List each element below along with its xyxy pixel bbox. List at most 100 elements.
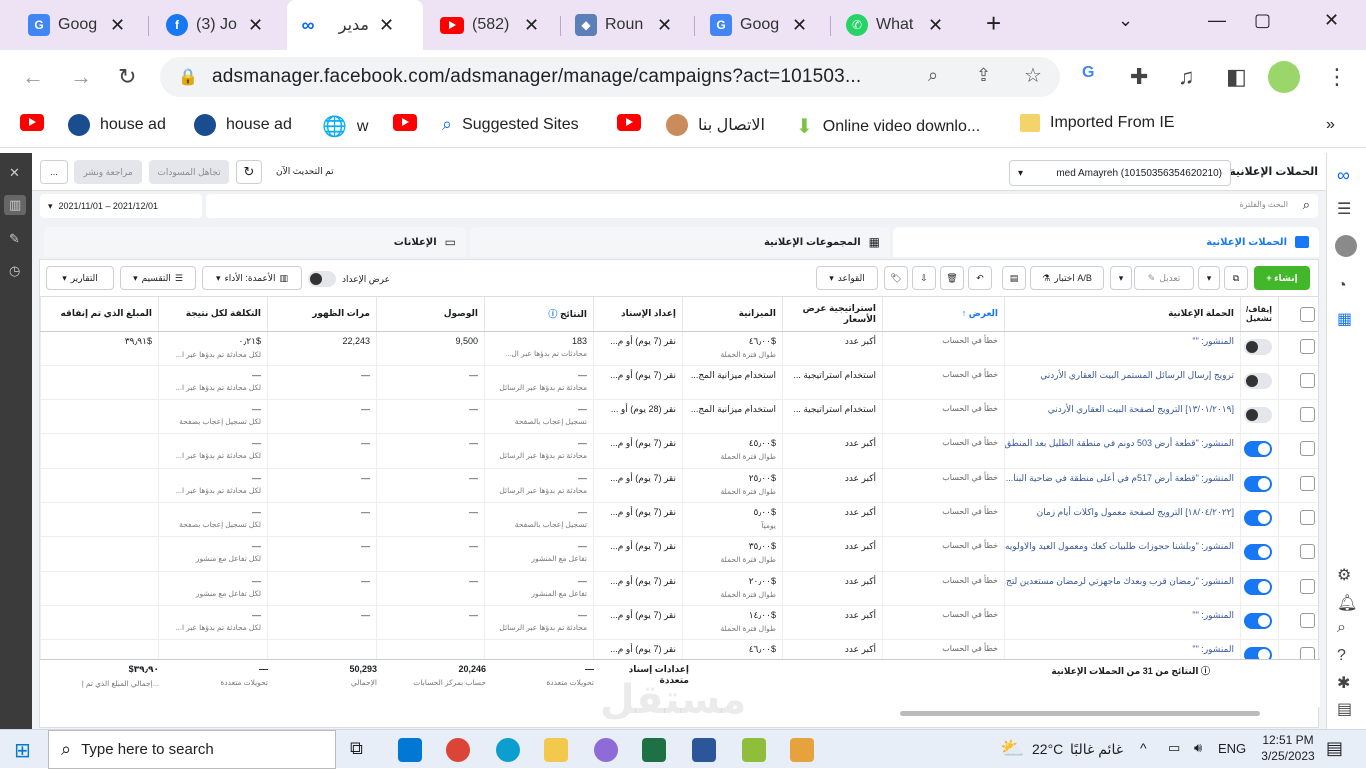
tab-ads[interactable]: الإعلانات ▭ bbox=[44, 227, 466, 257]
ab-test-button[interactable]: ⚗ اختبار A/B bbox=[1030, 266, 1104, 290]
more-button[interactable]: ... bbox=[40, 160, 68, 184]
bookmark-star-icon[interactable]: ☆ bbox=[1024, 63, 1042, 88]
rules-button[interactable]: ▾ القواعد bbox=[816, 266, 878, 290]
duplicate-dropdown[interactable]: ▾ bbox=[1198, 266, 1220, 290]
table-row[interactable]: [١٨/٠٤/٢٠٢٢] الترويج لصفحة معمول واكلات … bbox=[40, 502, 1318, 538]
profile-avatar[interactable] bbox=[1268, 61, 1300, 93]
budget-cell[interactable]: $١٤٫٠٠ طوال فترة الحملة bbox=[682, 605, 783, 641]
gear-icon[interactable]: ⚙ bbox=[1337, 565, 1351, 585]
search-filter-bar[interactable]: البحث والفلترة ⌕ bbox=[206, 194, 1318, 218]
row-checkbox[interactable] bbox=[1278, 639, 1318, 659]
weather-temp[interactable]: 22°C bbox=[1032, 741, 1063, 757]
budget-cell[interactable]: استخدام ميزانية المج... bbox=[682, 399, 783, 435]
delete-button[interactable]: 🗑 bbox=[940, 266, 964, 290]
window-close-icon[interactable]: ✕ bbox=[1324, 10, 1339, 31]
close-icon[interactable]: ✕ bbox=[110, 15, 125, 36]
app-icon[interactable] bbox=[742, 738, 766, 762]
breakdown-button[interactable]: ▾ التقسيم ☰ bbox=[120, 266, 196, 290]
bookmark-youtube[interactable] bbox=[20, 114, 44, 131]
tab-google-translate-1[interactable]: G Goog ✕ bbox=[18, 8, 144, 42]
edge-icon[interactable] bbox=[496, 738, 520, 762]
windows-start-icon[interactable]: ⊞ bbox=[14, 738, 31, 763]
table-row[interactable]: المنشور: "رمضان قرب وبعدك ماجهزتي لرمضان… bbox=[40, 571, 1318, 606]
task-view-icon[interactable]: ⧉ bbox=[350, 738, 363, 759]
extensions-icon[interactable]: ✚ bbox=[1130, 64, 1148, 90]
campaign-name-link[interactable]: المنشور: "" bbox=[1004, 639, 1241, 659]
close-icon[interactable]: ✕ bbox=[9, 165, 20, 181]
tab-facebook[interactable]: f (3) Jo ✕ bbox=[156, 8, 282, 42]
col-impressions[interactable]: مرات الظهور bbox=[267, 297, 377, 332]
bookmark-video-downloader[interactable]: ⬇ Online video downlo... bbox=[796, 114, 980, 139]
volume-icon[interactable]: 🔊︎ bbox=[1194, 740, 1202, 756]
table-row[interactable]: المنشور: "قطعة أرض 517م في أعلى منطقة في… bbox=[40, 468, 1318, 503]
report-icon[interactable]: ▤ bbox=[1337, 699, 1352, 719]
export-button[interactable]: ⇩ bbox=[912, 266, 936, 290]
help-icon[interactable]: ? bbox=[1337, 647, 1346, 665]
budget-cell[interactable]: $٤٦٫٠٠ طوال فترة الحملة bbox=[682, 331, 783, 366]
campaign-name-link[interactable]: المنشور: "قطعة أرض 517م في أعلى منطقة في… bbox=[1004, 468, 1241, 503]
row-checkbox[interactable] bbox=[1278, 331, 1318, 366]
close-icon[interactable]: ✕ bbox=[657, 15, 672, 36]
tab-ads-manager[interactable]: ∞ مدير ✕ bbox=[287, 0, 423, 50]
close-icon[interactable]: ✕ bbox=[792, 15, 807, 36]
clock[interactable]: 12:51 PM 3/25/2023 bbox=[1256, 733, 1320, 763]
row-toggle[interactable] bbox=[1240, 399, 1279, 435]
col-budget[interactable]: الميزانية bbox=[682, 297, 783, 332]
close-icon[interactable]: ✕ bbox=[928, 15, 943, 36]
close-icon[interactable]: ✕ bbox=[379, 15, 394, 36]
campaign-name-link[interactable]: المنشور: "" bbox=[1004, 331, 1241, 366]
review-publish-button[interactable]: مراجعة ونشر bbox=[74, 160, 142, 184]
tab-youtube[interactable]: (582) ✕ bbox=[430, 8, 556, 42]
col-results[interactable]: النتائج ⓘ bbox=[484, 297, 594, 332]
copilot-icon[interactable] bbox=[594, 738, 618, 762]
bookmark-contact[interactable]: الاتصال بنا bbox=[666, 114, 765, 136]
minimize-icon[interactable]: — bbox=[1208, 10, 1226, 31]
language-indicator[interactable]: ENG bbox=[1218, 741, 1246, 756]
date-range-picker[interactable]: ▾ 2021/11/01 – 2021/12/01 bbox=[40, 194, 202, 218]
media-control-icon[interactable]: ♫ bbox=[1178, 64, 1195, 90]
tab-adsets[interactable]: المجموعات الإعلانية ▦ bbox=[470, 227, 890, 257]
budget-cell[interactable]: $٥٫٠٠ يومياً bbox=[682, 502, 783, 538]
tab-campaigns[interactable]: الحملات الإعلانية bbox=[893, 227, 1319, 257]
clock-icon[interactable]: ◷ bbox=[9, 263, 20, 279]
chrome-icon[interactable] bbox=[446, 738, 470, 762]
row-toggle[interactable] bbox=[1240, 502, 1279, 538]
horizontal-scrollbar[interactable] bbox=[900, 711, 1260, 716]
mail-icon[interactable] bbox=[398, 738, 422, 762]
col-bid-strategy[interactable]: استراتيجية عرض الأسعار bbox=[782, 297, 883, 332]
bookmark-imported-ie[interactable]: Imported From IE bbox=[1020, 114, 1174, 132]
bell-icon[interactable]: 🔔︎ bbox=[1337, 593, 1357, 613]
edit-button[interactable]: ✎ تعديل bbox=[1134, 266, 1194, 290]
reload-icon[interactable]: ↻ bbox=[118, 64, 136, 90]
close-icon[interactable]: ✕ bbox=[524, 15, 539, 36]
edit-dropdown[interactable]: ▾ bbox=[1110, 266, 1132, 290]
tab-google-translate-2[interactable]: G Goog ✕ bbox=[700, 8, 826, 42]
word-icon[interactable] bbox=[692, 738, 716, 762]
campaign-name-link[interactable]: المنشور: "قطعة أرض 503 دونم في منطقة الظ… bbox=[1004, 433, 1241, 469]
menu-kebab-icon[interactable]: ⋮ bbox=[1326, 64, 1348, 90]
weather-text[interactable]: غائم غالبًا bbox=[1070, 741, 1123, 758]
budget-cell[interactable]: $٢٥٫٠٠ طوال فترة الحملة bbox=[682, 468, 783, 503]
close-icon[interactable]: ✕ bbox=[248, 15, 263, 36]
tag-button[interactable]: 🏷 bbox=[884, 266, 908, 290]
avatar[interactable] bbox=[1335, 235, 1357, 257]
excel-icon[interactable] bbox=[642, 738, 666, 762]
row-toggle[interactable] bbox=[1240, 605, 1279, 641]
col-cost-per-result[interactable]: التكلفة لكل نتيجة bbox=[158, 297, 268, 332]
row-checkbox[interactable] bbox=[1278, 468, 1318, 503]
tab-whatsapp[interactable]: ✆ What ✕ bbox=[836, 8, 962, 42]
share-icon[interactable]: ⇪ bbox=[976, 65, 991, 86]
create-button[interactable]: + إنشاء bbox=[1254, 266, 1310, 290]
bug-icon[interactable]: ✱ bbox=[1337, 673, 1350, 693]
undo-button[interactable]: ↶ bbox=[968, 266, 992, 290]
table-row[interactable]: المنشور: "" خطأ في الحساب أكبر عدد $٤٦٫٠٠ نق… bbox=[40, 639, 1318, 659]
row-toggle[interactable] bbox=[1240, 536, 1279, 572]
side-panel-icon[interactable]: ◧ bbox=[1226, 64, 1247, 90]
row-checkbox[interactable] bbox=[1278, 605, 1318, 641]
dashboard-icon[interactable]: ◔ bbox=[1337, 277, 1347, 295]
bookmarks-overflow-icon[interactable]: » bbox=[1326, 116, 1335, 134]
columns-button[interactable]: ▾ الأعمدة: الأداء ▥ bbox=[202, 266, 302, 290]
row-checkbox[interactable] bbox=[1278, 399, 1318, 435]
row-toggle[interactable] bbox=[1240, 331, 1279, 366]
maximize-icon[interactable]: ▢ bbox=[1254, 10, 1271, 31]
